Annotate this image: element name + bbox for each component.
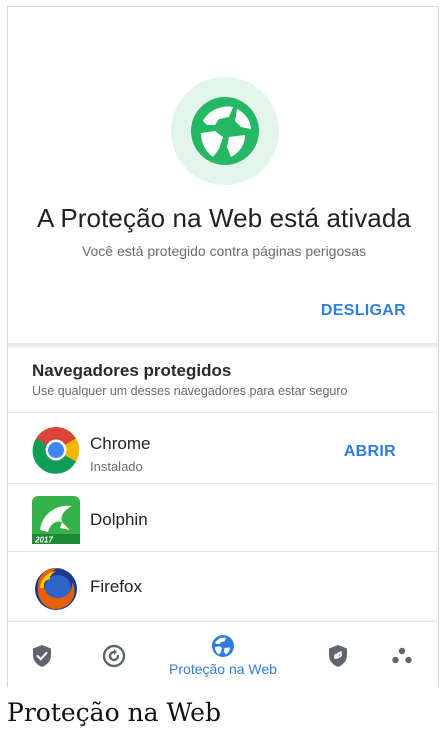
nav-label-web-protection: Proteção na Web (169, 661, 277, 677)
nav-item-more[interactable] (382, 622, 422, 687)
disable-button[interactable]: DESLIGAR (317, 294, 410, 328)
page-title: A Proteção na Web está ativada (37, 203, 411, 233)
dots-cluster-icon (392, 647, 412, 663)
dolphin-badge: 2017 (34, 536, 53, 545)
open-chrome-button[interactable]: ABRIR (344, 443, 396, 461)
web-protection-icon (212, 635, 234, 657)
nav-item-booster[interactable] (94, 622, 134, 687)
refresh-scan-icon (102, 644, 126, 667)
list-divider (8, 412, 438, 413)
dolphin-icon: 2017 (32, 496, 80, 544)
nav-item-scan[interactable] (22, 622, 62, 687)
bottom-nav: Proteção na Web (8, 621, 438, 687)
browser-row-dolphin[interactable]: 2017 Dolphin (8, 484, 438, 552)
browser-row-chrome[interactable]: Chrome Instalado ABRIR (8, 415, 438, 483)
shield-link-icon (329, 644, 347, 667)
section-title: Navegadores protegidos (32, 361, 232, 380)
section-divider (8, 343, 438, 348)
hero-icon-container (171, 77, 279, 185)
section-subtitle: Use qualquer um desses navegadores para … (32, 384, 348, 398)
chrome-icon (32, 427, 80, 474)
screen-caption: Proteção na Web (7, 698, 221, 727)
browser-status: Instalado (90, 459, 143, 474)
nav-item-secure-link[interactable] (318, 622, 358, 687)
nav-item-web-protection[interactable]: Proteção na Web (158, 622, 288, 687)
browser-name: Chrome (90, 434, 151, 453)
browser-name: Firefox (90, 577, 142, 596)
browser-name: Dolphin (90, 510, 148, 529)
app-screen: A Proteção na Web está ativada Você está… (7, 6, 439, 687)
shield-check-icon (33, 644, 51, 667)
browser-row-firefox[interactable]: Firefox (8, 552, 438, 620)
firefox-icon (35, 567, 77, 610)
page-subtitle: Você está protegido contra páginas perig… (81, 243, 367, 259)
globe-shield-icon (191, 97, 259, 165)
